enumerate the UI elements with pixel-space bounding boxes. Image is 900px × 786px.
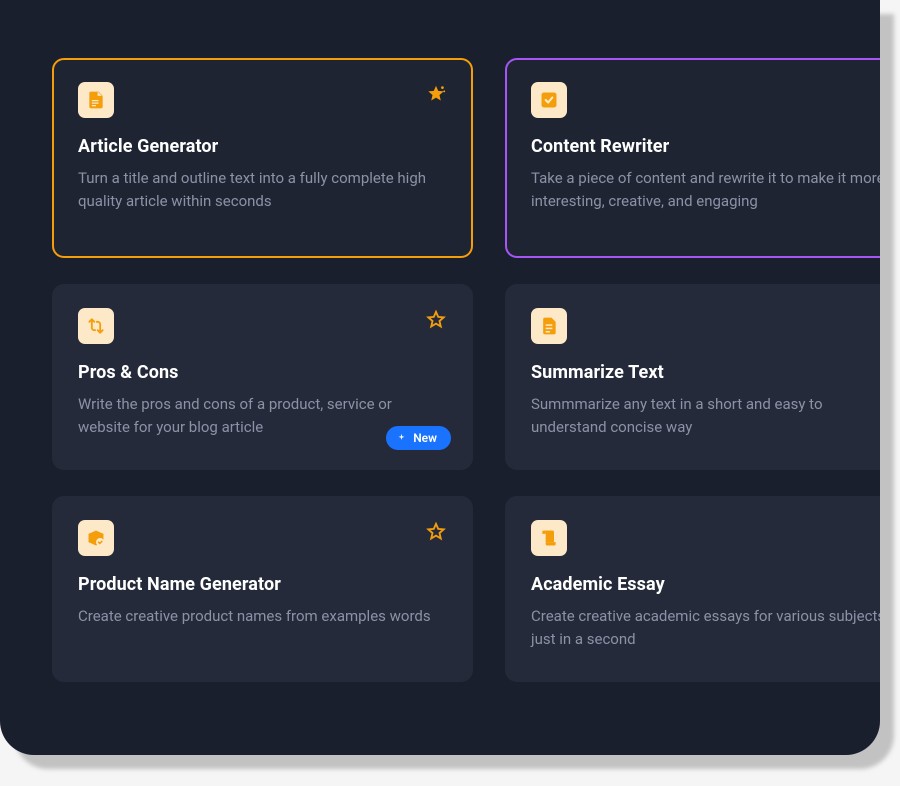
card-description: Turn a title and outline text into a ful… bbox=[78, 167, 447, 214]
card-title: Article Generator bbox=[78, 136, 447, 157]
card-title: Content Rewriter bbox=[531, 136, 880, 157]
card-title: Product Name Generator bbox=[78, 574, 447, 595]
card-content-rewriter[interactable]: Content Rewriter Take a piece of content… bbox=[505, 58, 880, 258]
new-badge: New bbox=[386, 426, 451, 450]
card-product-name-generator[interactable]: Product Name Generator Create creative p… bbox=[52, 496, 473, 682]
swap-icon bbox=[78, 308, 114, 344]
card-description: Take a piece of content and rewrite it t… bbox=[531, 167, 880, 214]
badge-label: New bbox=[413, 431, 437, 445]
document-icon bbox=[78, 82, 114, 118]
card-title: Pros & Cons bbox=[78, 362, 447, 383]
card-summarize-text[interactable]: Summarize Text Summmarize any text in a … bbox=[505, 284, 880, 470]
sparkle-icon bbox=[396, 433, 407, 444]
box-check-icon bbox=[78, 520, 114, 556]
card-title: Summarize Text bbox=[531, 362, 880, 383]
card-description: Create creative academic essays for vari… bbox=[531, 605, 880, 652]
card-description: Summmarize any text in a short and easy … bbox=[531, 393, 880, 440]
favorite-star-icon[interactable] bbox=[423, 520, 449, 546]
templates-panel: Article Generator Turn a title and outli… bbox=[0, 0, 880, 755]
card-pros-cons[interactable]: Pros & Cons Write the pros and cons of a… bbox=[52, 284, 473, 470]
favorite-star-icon[interactable] bbox=[423, 82, 449, 108]
card-title: Academic Essay bbox=[531, 574, 880, 595]
file-text-icon bbox=[531, 308, 567, 344]
card-description: Create creative product names from examp… bbox=[78, 605, 447, 628]
checkbox-icon bbox=[531, 82, 567, 118]
card-grid: Article Generator Turn a title and outli… bbox=[52, 58, 880, 682]
card-article-generator[interactable]: Article Generator Turn a title and outli… bbox=[52, 58, 473, 258]
card-academic-essay[interactable]: Academic Essay Create creative academic … bbox=[505, 496, 880, 682]
favorite-star-icon[interactable] bbox=[423, 308, 449, 334]
scroll-icon bbox=[531, 520, 567, 556]
